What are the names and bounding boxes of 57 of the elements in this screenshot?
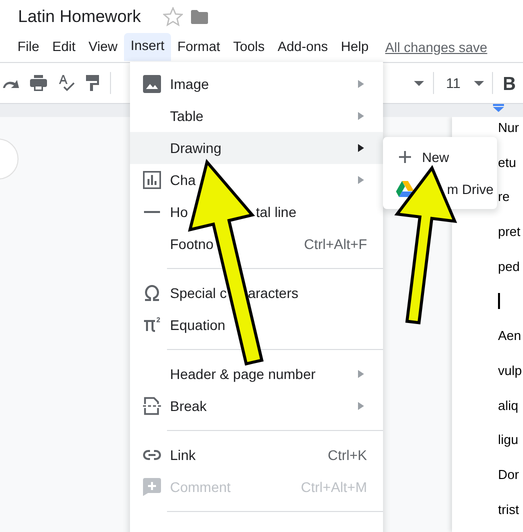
document-text: ligu [498, 432, 520, 448]
document-text: aliq [498, 398, 520, 414]
font-size-field[interactable]: 11 [446, 75, 474, 91]
menu-bar-item[interactable]: Insert [124, 33, 171, 61]
menu-item[interactable]: Image [130, 68, 383, 100]
document-text: trist [498, 502, 520, 518]
indent-marker-icon[interactable] [493, 104, 504, 112]
document-text: Nur [498, 120, 520, 136]
star-icon[interactable] [162, 7, 183, 27]
menu-item[interactable]: Footno Ctrl+Alt+F [130, 228, 383, 260]
paint-format-icon[interactable] [86, 75, 99, 91]
dropdown-caret-icon[interactable] [474, 80, 484, 86]
dropdown-caret-icon[interactable] [414, 80, 424, 86]
document-text: Dor [498, 466, 520, 483]
spellcheck-icon[interactable] [58, 74, 75, 92]
menu-bar-item[interactable]: Help [334, 34, 376, 60]
omega-icon [143, 284, 161, 302]
shortcut-text: Ctrl+K [328, 447, 367, 463]
drive-icon [396, 181, 414, 197]
menu-bar-item[interactable]: Add-ons [271, 34, 334, 60]
add-comment-icon [143, 478, 161, 496]
document-text: pret [498, 224, 522, 240]
menu-item[interactable]: Link Ctrl+K [130, 439, 383, 471]
plus-icon [399, 151, 411, 163]
chart-icon [143, 171, 161, 189]
menu-item[interactable]: Ho tal line [130, 196, 383, 228]
submenu-item[interactable]: New [383, 141, 452, 173]
document-text: ped [498, 258, 521, 275]
menu-item[interactable]: Special c aracters [130, 277, 383, 309]
menu-bar-item[interactable]: File [11, 34, 46, 60]
horizontal-line-icon [144, 211, 160, 213]
save-status-link[interactable]: All changes save [385, 40, 488, 54]
print-icon[interactable] [30, 75, 47, 91]
menu-item[interactable]: Cha [130, 164, 383, 196]
document-text: vulp [498, 362, 523, 379]
page-break-icon [143, 397, 161, 415]
menu-bar-item[interactable]: Tools [226, 34, 272, 60]
folder-icon[interactable] [190, 10, 208, 24]
menu-item[interactable]: Header & page number [130, 358, 383, 390]
text-cursor [498, 293, 500, 310]
image-icon [143, 75, 161, 93]
menu-bar-item[interactable]: Format [170, 34, 227, 60]
document-text: re [498, 189, 511, 206]
menu-item[interactable]: Drawing [130, 132, 383, 164]
pi-icon [143, 316, 161, 334]
submenu-item[interactable]: m Drive [383, 173, 496, 205]
document-text: Aen [498, 328, 522, 344]
shortcut-text: Ctrl+Alt+F [304, 236, 367, 252]
shortcut-text: Ctrl+Alt+M [300, 479, 367, 495]
menu-bar-item[interactable]: Edit [46, 34, 82, 60]
menu-bar-item[interactable]: View [82, 34, 124, 60]
document-text: etu [498, 154, 518, 171]
menu-item[interactable]: Equation [130, 309, 383, 341]
menu-item[interactable]: Break [130, 390, 383, 422]
document-title[interactable]: Latin Homework [18, 7, 141, 27]
bold-icon[interactable] [504, 76, 515, 90]
menu-item[interactable]: Table [130, 100, 383, 132]
